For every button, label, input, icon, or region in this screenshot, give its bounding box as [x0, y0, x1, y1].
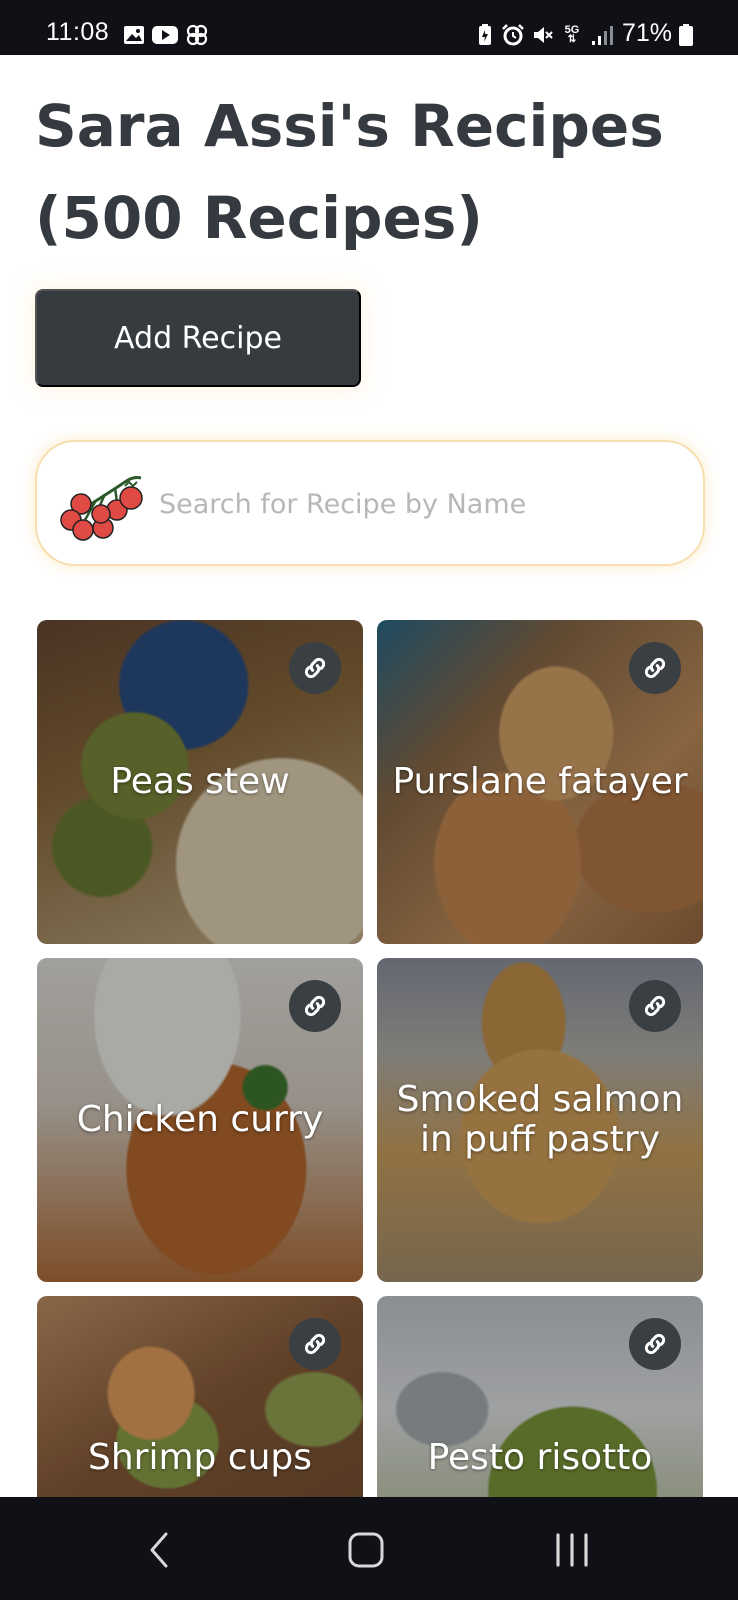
navigation-bar [0, 1497, 738, 1600]
page-title: Sara Assi's Recipes (500 Recipes) [35, 92, 664, 252]
recipe-card[interactable]: Peas stew [37, 620, 363, 944]
status-bar: 11:08 5G ⇅ 71% [0, 0, 738, 55]
signal-icon [590, 22, 614, 48]
add-recipe-button[interactable]: Add Recipe [35, 289, 361, 387]
recipe-name: Chicken curry [76, 1099, 324, 1140]
tomato-icon [55, 464, 151, 544]
alarm-icon [501, 22, 525, 48]
gallery-icon [122, 22, 146, 48]
battery-percentage: 71% [622, 19, 673, 47]
recipe-card[interactable]: Smoked salmon in puff pastry [377, 958, 703, 1282]
recipe-card[interactable]: Chicken curry [37, 958, 363, 1282]
battery-saver-icon [476, 22, 494, 48]
mute-icon [531, 22, 555, 48]
recipe-card[interactable]: Purslane fatayer [377, 620, 703, 944]
back-icon[interactable] [130, 1525, 190, 1575]
home-icon[interactable] [336, 1525, 396, 1575]
status-time: 11:08 [46, 18, 110, 46]
5g-icon: 5G ⇅ [564, 24, 580, 45]
search-box[interactable] [35, 440, 705, 566]
recents-icon[interactable] [542, 1525, 602, 1575]
recipe-name: Smoked salmon in puff pastry [396, 1079, 684, 1160]
recipe-name: Purslane fatayer [392, 761, 688, 802]
battery-icon [678, 22, 694, 48]
youtube-icon [152, 22, 178, 48]
pinwheel-icon [184, 22, 210, 48]
search-input[interactable] [159, 474, 679, 534]
recipe-name: Peas stew [110, 761, 290, 802]
